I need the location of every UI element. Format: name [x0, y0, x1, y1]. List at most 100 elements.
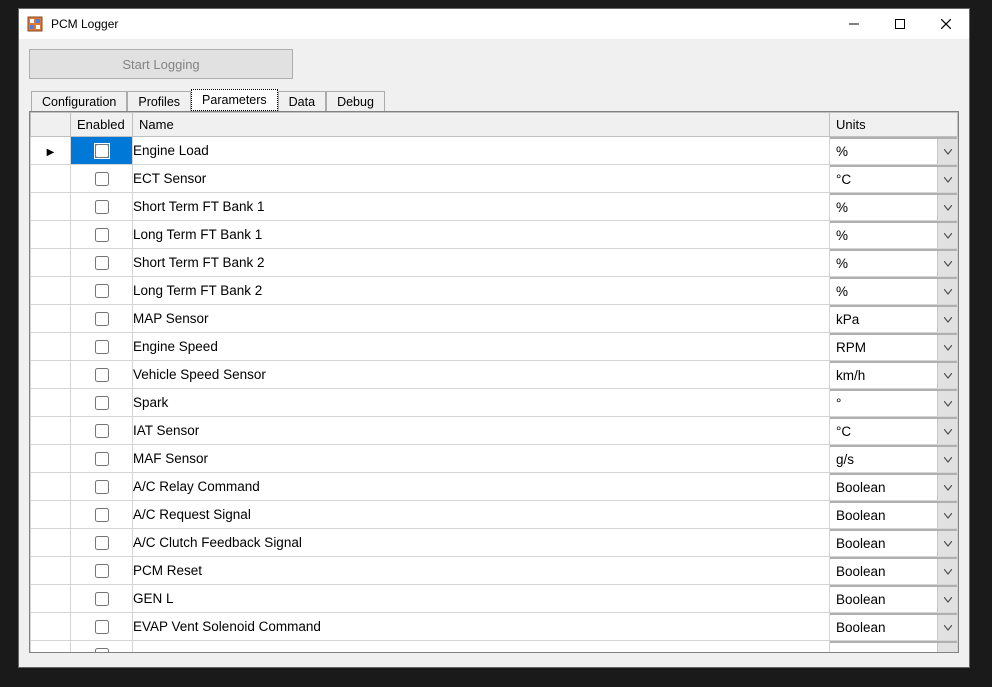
- start-logging-button[interactable]: Start Logging: [29, 49, 293, 79]
- name-cell[interactable]: MAP Sensor: [133, 305, 830, 333]
- enabled-cell[interactable]: [71, 557, 133, 585]
- row-selector[interactable]: [31, 137, 71, 165]
- name-cell[interactable]: Short Term FT Bank 1: [133, 193, 830, 221]
- enabled-checkbox[interactable]: [95, 480, 109, 494]
- units-cell[interactable]: Boolean: [830, 473, 958, 501]
- row-selector[interactable]: [31, 361, 71, 389]
- chevron-down-icon[interactable]: [937, 251, 957, 276]
- units-cell[interactable]: °C: [830, 417, 958, 445]
- chevron-down-icon[interactable]: [937, 167, 957, 192]
- name-cell[interactable]: Long Term FT Bank 1: [133, 221, 830, 249]
- enabled-checkbox[interactable]: [95, 312, 109, 326]
- enabled-cell[interactable]: [71, 137, 133, 165]
- enabled-cell[interactable]: [71, 613, 133, 641]
- enabled-checkbox[interactable]: [95, 200, 109, 214]
- chevron-down-icon[interactable]: [937, 615, 957, 640]
- row-selector[interactable]: [31, 249, 71, 277]
- name-cell[interactable]: ECT Sensor: [133, 165, 830, 193]
- enabled-cell[interactable]: [71, 165, 133, 193]
- enabled-checkbox[interactable]: [95, 452, 109, 466]
- units-cell[interactable]: °C: [830, 165, 958, 193]
- chevron-down-icon[interactable]: [937, 307, 957, 332]
- name-cell[interactable]: Spark: [133, 389, 830, 417]
- chevron-down-icon[interactable]: [937, 419, 957, 444]
- chevron-down-icon[interactable]: [937, 531, 957, 556]
- grid-scroll[interactable]: Enabled Name Units Engine Load%ECT Senso…: [30, 112, 958, 652]
- row-selector[interactable]: [31, 473, 71, 501]
- chevron-down-icon[interactable]: [937, 391, 957, 416]
- row-selector[interactable]: [31, 389, 71, 417]
- column-header-selector[interactable]: [31, 113, 71, 137]
- enabled-checkbox[interactable]: [95, 284, 109, 298]
- units-cell[interactable]: Boolean: [830, 557, 958, 585]
- enabled-checkbox[interactable]: [95, 536, 109, 550]
- enabled-checkbox[interactable]: [95, 256, 109, 270]
- row-selector[interactable]: [31, 277, 71, 305]
- table-row[interactable]: GEN LBoolean: [31, 585, 958, 613]
- chevron-down-icon[interactable]: [937, 195, 957, 220]
- units-cell[interactable]: km/h: [830, 361, 958, 389]
- enabled-checkbox[interactable]: [95, 424, 109, 438]
- units-cell[interactable]: %: [830, 221, 958, 249]
- table-row[interactable]: MAP SensorkPa: [31, 305, 958, 333]
- table-row[interactable]: Engine Load%: [31, 137, 958, 165]
- table-row[interactable]: Long Term FT Bank 2%: [31, 277, 958, 305]
- enabled-checkbox[interactable]: [95, 648, 109, 652]
- chevron-down-icon[interactable]: [937, 279, 957, 304]
- table-row[interactable]: Engine SpeedRPM: [31, 333, 958, 361]
- units-cell[interactable]: %: [830, 249, 958, 277]
- units-cell[interactable]: RPM: [830, 333, 958, 361]
- table-row[interactable]: [31, 641, 958, 653]
- column-header-units[interactable]: Units: [830, 113, 958, 137]
- enabled-cell[interactable]: [71, 305, 133, 333]
- units-cell[interactable]: g/s: [830, 445, 958, 473]
- chevron-down-icon[interactable]: [937, 139, 957, 164]
- table-row[interactable]: Spark°: [31, 389, 958, 417]
- name-cell[interactable]: Long Term FT Bank 2: [133, 277, 830, 305]
- enabled-checkbox[interactable]: [95, 396, 109, 410]
- table-row[interactable]: A/C Relay CommandBoolean: [31, 473, 958, 501]
- name-cell[interactable]: A/C Clutch Feedback Signal: [133, 529, 830, 557]
- units-cell[interactable]: kPa: [830, 305, 958, 333]
- row-selector[interactable]: [31, 613, 71, 641]
- row-selector[interactable]: [31, 641, 71, 653]
- tab-profiles[interactable]: Profiles: [127, 91, 191, 112]
- enabled-checkbox[interactable]: [95, 228, 109, 242]
- enabled-checkbox[interactable]: [95, 172, 109, 186]
- row-selector[interactable]: [31, 445, 71, 473]
- name-cell[interactable]: A/C Request Signal: [133, 501, 830, 529]
- chevron-down-icon[interactable]: [937, 503, 957, 528]
- column-header-enabled[interactable]: Enabled: [71, 113, 133, 137]
- tab-parameters[interactable]: Parameters: [191, 89, 278, 111]
- row-selector[interactable]: [31, 333, 71, 361]
- name-cell[interactable]: Vehicle Speed Sensor: [133, 361, 830, 389]
- name-cell[interactable]: Engine Load: [133, 137, 830, 165]
- row-selector[interactable]: [31, 165, 71, 193]
- name-cell[interactable]: [133, 641, 830, 653]
- units-cell[interactable]: %: [830, 137, 958, 165]
- name-cell[interactable]: PCM Reset: [133, 557, 830, 585]
- maximize-button[interactable]: [877, 9, 923, 39]
- enabled-cell[interactable]: [71, 501, 133, 529]
- enabled-checkbox[interactable]: [95, 620, 109, 634]
- name-cell[interactable]: MAF Sensor: [133, 445, 830, 473]
- row-selector[interactable]: [31, 417, 71, 445]
- enabled-cell[interactable]: [71, 445, 133, 473]
- enabled-cell[interactable]: [71, 417, 133, 445]
- chevron-down-icon[interactable]: [937, 559, 957, 584]
- table-row[interactable]: Short Term FT Bank 1%: [31, 193, 958, 221]
- chevron-down-icon[interactable]: [937, 223, 957, 248]
- enabled-cell[interactable]: [71, 529, 133, 557]
- units-cell[interactable]: °: [830, 389, 958, 417]
- titlebar[interactable]: PCM Logger: [19, 9, 969, 39]
- enabled-cell[interactable]: [71, 333, 133, 361]
- name-cell[interactable]: EVAP Vent Solenoid Command: [133, 613, 830, 641]
- enabled-cell[interactable]: [71, 249, 133, 277]
- name-cell[interactable]: GEN L: [133, 585, 830, 613]
- tab-configuration[interactable]: Configuration: [31, 91, 127, 112]
- table-row[interactable]: A/C Clutch Feedback SignalBoolean: [31, 529, 958, 557]
- row-selector[interactable]: [31, 529, 71, 557]
- row-selector[interactable]: [31, 305, 71, 333]
- units-cell[interactable]: [830, 641, 958, 653]
- enabled-cell[interactable]: [71, 221, 133, 249]
